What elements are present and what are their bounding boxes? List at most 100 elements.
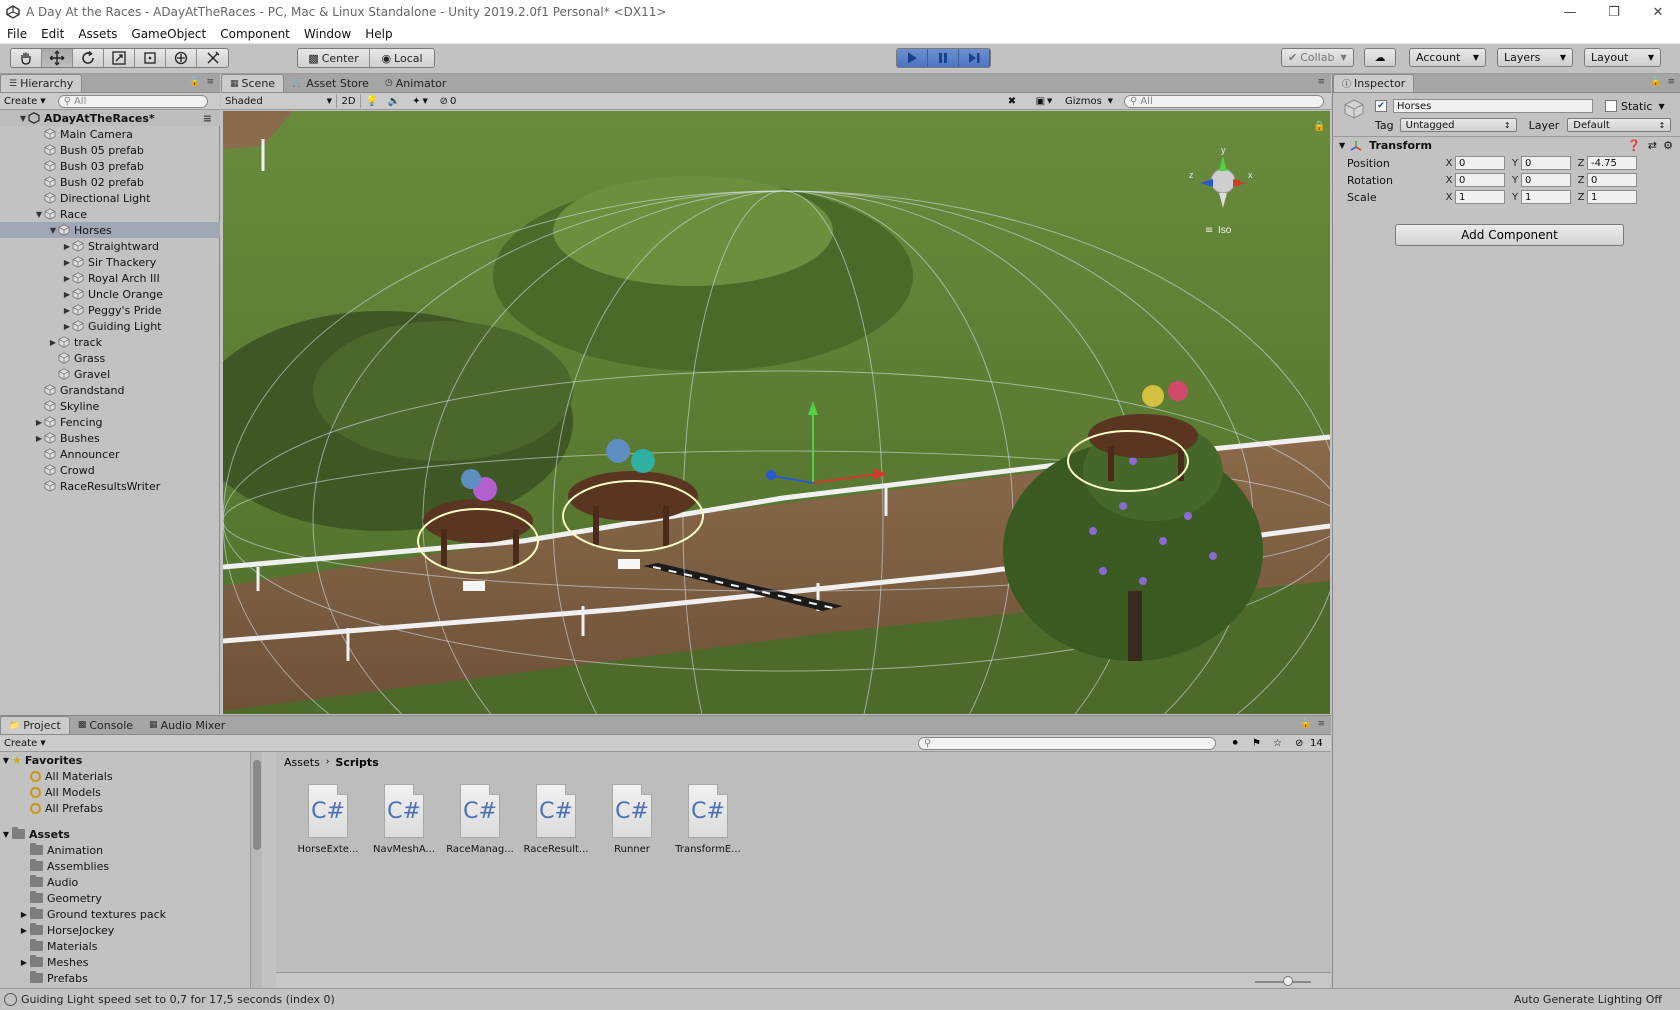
transform-z-field[interactable]: 1	[1587, 190, 1637, 204]
viewport-lock-icon[interactable]: 🔒	[1313, 120, 1325, 132]
axis-y-label[interactable]: Y	[1509, 175, 1521, 186]
menu-file[interactable]: File	[0, 27, 34, 41]
hierarchy-item[interactable]: ▶ Guiding Light	[0, 318, 220, 334]
layout-dropdown[interactable]: Layout ▼	[1584, 48, 1661, 67]
project-create-dropdown[interactable]: Create ▼	[0, 736, 50, 750]
expand-arrow-icon[interactable]: ▶	[18, 910, 30, 919]
tag-dropdown[interactable]: Untagged ↕	[1399, 118, 1517, 132]
transform-x-field[interactable]: 1	[1455, 190, 1505, 204]
hierarchy-search-input[interactable]: ⚲ All	[57, 94, 208, 108]
expand-arrow-icon[interactable]: ▶	[62, 290, 72, 299]
folder-item[interactable]: Assemblies	[0, 858, 262, 874]
expand-arrow-icon[interactable]: ▶	[18, 926, 30, 935]
folder-item[interactable]: Materials	[0, 938, 262, 954]
expand-arrow-icon[interactable]: ▶	[62, 242, 72, 251]
hierarchy-item[interactable]: Main Camera	[0, 126, 220, 142]
favorites-header[interactable]: ▼ ★ Favorites	[0, 752, 262, 768]
hierarchy-item[interactable]: Gravel	[0, 366, 220, 382]
scene-menu-icon[interactable]: ≡	[203, 112, 212, 125]
help-icon[interactable]: ❓	[1627, 139, 1641, 152]
hierarchy-item[interactable]: Directional Light	[0, 190, 220, 206]
menu-assets[interactable]: Assets	[71, 27, 124, 41]
account-dropdown[interactable]: Account ▼	[1409, 48, 1486, 67]
expand-arrow-icon[interactable]: ▼	[0, 830, 12, 839]
hierarchy-item[interactable]: ▶ track	[0, 334, 220, 350]
axis-y-label[interactable]: Y	[1509, 192, 1521, 203]
panel-menu-icon[interactable]: ≡	[1667, 77, 1675, 87]
menu-gameobject[interactable]: GameObject	[124, 27, 213, 41]
hidden-objects-toggle[interactable]: ⊘ 0	[435, 94, 461, 108]
scrollbar-thumb[interactable]	[253, 760, 261, 850]
scene-tools-toggle[interactable]: ✖	[1001, 94, 1023, 108]
transform-y-field[interactable]: 0	[1521, 173, 1571, 187]
layers-dropdown[interactable]: Layers ▼	[1497, 48, 1573, 67]
effects-dropdown[interactable]: ✦ ▼	[405, 94, 435, 108]
favorite-item[interactable]: All Prefabs	[0, 800, 262, 816]
axis-y-label[interactable]: Y	[1509, 158, 1521, 169]
expand-arrow-icon[interactable]: ▶	[62, 274, 72, 283]
folder-item[interactable]: Audio	[0, 874, 262, 890]
breadcrumb-scripts[interactable]: Scripts	[335, 756, 378, 769]
expand-arrow-icon[interactable]: ▶	[18, 958, 30, 967]
panel-menu-icon[interactable]: ≡	[1317, 77, 1325, 87]
panel-menu-icon[interactable]: ≡	[1317, 719, 1325, 729]
script-asset[interactable]: C# Runner	[594, 784, 670, 874]
expand-arrow-icon[interactable]: ▼	[0, 756, 12, 765]
project-search-input[interactable]: ⚲	[918, 736, 1216, 750]
transform-tool-button[interactable]	[166, 49, 197, 67]
project-tree-scrollbar[interactable]	[250, 752, 262, 989]
expand-arrow-icon[interactable]: ▶	[62, 258, 72, 267]
hierarchy-item[interactable]: Announcer	[0, 446, 220, 462]
transform-header[interactable]: ▼ Transform ❓ ⇄ ⚙	[1333, 136, 1680, 152]
rotate-tool-button[interactable]	[73, 49, 104, 67]
menu-help[interactable]: Help	[358, 27, 399, 41]
hierarchy-item[interactable]: Skyline	[0, 398, 220, 414]
hierarchy-item[interactable]: Grass	[0, 350, 220, 366]
favorite-item[interactable]: All Materials	[0, 768, 262, 784]
preset-icon[interactable]: ⇄	[1648, 139, 1657, 152]
move-tool-button[interactable]	[42, 49, 73, 67]
expand-arrow-icon[interactable]: ▶	[62, 322, 72, 331]
axis-z-label[interactable]: Z	[1575, 158, 1587, 169]
expand-arrow-icon[interactable]: ▶	[48, 338, 58, 347]
expand-arrow-icon[interactable]: ▶	[62, 306, 72, 315]
script-asset[interactable]: C# HorseExte...	[290, 784, 366, 874]
hierarchy-item[interactable]: Bush 03 prefab	[0, 158, 220, 174]
expand-arrow-icon[interactable]: ▶	[34, 418, 44, 427]
hierarchy-item[interactable]: RaceResultsWriter	[0, 478, 220, 494]
script-asset[interactable]: C# RaceResult...	[518, 784, 594, 874]
minimize-icon[interactable]: —	[1548, 0, 1592, 24]
transform-x-field[interactable]: 0	[1455, 173, 1505, 187]
step-button[interactable]	[959, 49, 990, 67]
layer-dropdown[interactable]: Default ↕	[1567, 118, 1672, 132]
tab-audio-mixer[interactable]: ▦ Audio Mixer	[141, 716, 233, 734]
hierarchy-item[interactable]: Bush 05 prefab	[0, 142, 220, 158]
custom-tool-button[interactable]	[197, 49, 228, 67]
add-component-button[interactable]: Add Component	[1395, 224, 1624, 246]
gear-icon[interactable]: ⚙	[1663, 139, 1673, 152]
axis-x-label[interactable]: X	[1443, 158, 1455, 169]
hierarchy-item[interactable]: Grandstand	[0, 382, 220, 398]
breadcrumb-assets[interactable]: Assets	[284, 756, 320, 769]
chevron-down-icon[interactable]: ▼	[1658, 102, 1664, 111]
collab-dropdown[interactable]: ✔ Collab ▼	[1281, 48, 1354, 67]
gizmos-dropdown[interactable]: Gizmos ▼	[1061, 94, 1117, 108]
folder-item[interactable]: ▶ HorseJockey	[0, 922, 262, 938]
hierarchy-item[interactable]: ▶ Straightward	[0, 238, 220, 254]
scale-tool-button[interactable]	[104, 49, 135, 67]
object-name-field[interactable]: Horses	[1393, 99, 1593, 113]
hierarchy-item[interactable]: ▼ Race	[0, 206, 220, 222]
hierarchy-item[interactable]: ▶ Royal Arch III	[0, 270, 220, 286]
menu-edit[interactable]: Edit	[34, 27, 71, 41]
transform-y-field[interactable]: 0	[1521, 156, 1571, 170]
static-checkbox[interactable]	[1605, 100, 1617, 112]
hierarchy-item[interactable]: ▶ Fencing	[0, 414, 220, 430]
hand-tool-button[interactable]	[11, 49, 42, 67]
tab-inspector[interactable]: ⓘ Inspector	[1333, 74, 1415, 92]
lock-icon[interactable]: 🔒	[189, 77, 200, 87]
expand-arrow-icon[interactable]: ▶	[34, 434, 44, 443]
tab-hierarchy[interactable]: ☰ Hierarchy	[0, 74, 83, 92]
play-button[interactable]	[897, 49, 928, 67]
expand-arrow-icon[interactable]: ▼	[18, 114, 28, 123]
favorite-item[interactable]: All Models	[0, 784, 262, 800]
